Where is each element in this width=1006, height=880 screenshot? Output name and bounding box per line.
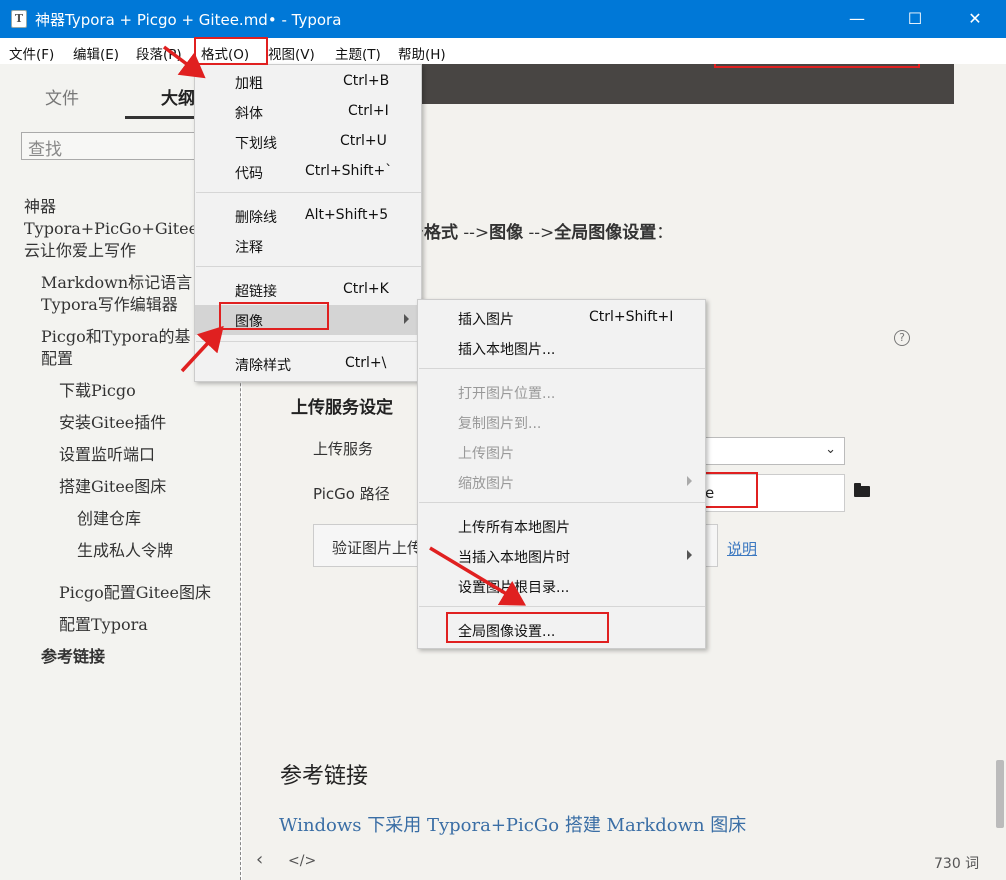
menu-separator [196, 341, 421, 342]
outline-item[interactable]: 安装Gitee插件 [59, 412, 166, 434]
outline-item[interactable]: 云让你爱上写作 [24, 240, 136, 262]
toggle-sidebar-button[interactable]: ‹ [256, 849, 263, 870]
menu-help[interactable]: 帮助(H) [398, 43, 446, 63]
menu-item-when-insert-local-image[interactable]: 当插入本地图片时 [418, 541, 705, 571]
menu-item-clear-format[interactable]: 清除样式 Ctrl+\ [195, 349, 421, 379]
menu-separator [196, 266, 421, 267]
menu-view[interactable]: 视图(V) [268, 43, 315, 63]
menu-item-insert-local-image[interactable]: 插入本地图片... [418, 333, 705, 363]
status-bar: ‹ </> 730 词 [242, 844, 1006, 880]
annotation-box [714, 64, 920, 68]
menu-item-set-image-root[interactable]: 设置图片根目录... [418, 571, 705, 601]
submenu-arrow-icon [404, 314, 409, 324]
menu-item-comment[interactable]: 注释 [195, 231, 421, 261]
outline-item[interactable]: 创建仓库 [77, 508, 141, 530]
menu-separator [419, 502, 705, 503]
outline-item[interactable]: 生成私人令牌 [77, 540, 173, 562]
outline-item[interactable]: Typora写作编辑器 [41, 294, 178, 316]
outline-item[interactable]: 神器 [24, 196, 56, 218]
folder-icon[interactable] [854, 483, 870, 497]
outline-item[interactable]: 搭建Gitee图床 [59, 476, 166, 498]
menu-theme[interactable]: 主题(T) [335, 43, 381, 63]
upload-settings-title: 上传服务设定 [291, 398, 393, 418]
menu-item-italic[interactable]: 斜体 Ctrl+I [195, 97, 421, 127]
menu-separator [419, 368, 705, 369]
minimize-button[interactable]: — [834, 0, 880, 38]
image-submenu: 插入图片 Ctrl+Shift+I 插入本地图片... 打开图片位置... 复制图… [417, 299, 706, 649]
menu-separator [196, 192, 421, 193]
active-tab-indicator [125, 116, 205, 119]
maximize-button[interactable]: ☐ [892, 0, 938, 38]
outline-item[interactable]: 配置Typora [59, 614, 148, 636]
word-count[interactable]: 730 词 [934, 853, 979, 873]
outline-item[interactable]: Picgo和Typora的基 [41, 326, 193, 348]
menu-file[interactable]: 文件(F) [9, 43, 54, 63]
outline-item[interactable]: Picgo配置Gitee图床 [59, 582, 211, 604]
editor-scrollbar[interactable] [996, 760, 1004, 828]
window-title: 神器Typora + Picgo + Gitee.md• - Typora [35, 11, 342, 29]
chevron-down-icon: ⌄ [825, 442, 836, 457]
source-mode-button[interactable]: </> [288, 853, 316, 869]
menu-item-bold[interactable]: 加粗 Ctrl+B [195, 67, 421, 97]
menu-item-hyperlink[interactable]: 超链接 Ctrl+K [195, 275, 421, 305]
submenu-arrow-icon [687, 476, 692, 486]
close-button[interactable]: ✕ [952, 0, 998, 38]
menu-item-underline[interactable]: 下划线 Ctrl+U [195, 127, 421, 157]
menu-bar: 文件(F) 编辑(E) 段落(P) 格式(O) 视图(V) 主题(T) 帮助(H… [0, 38, 1006, 64]
upload-service-label: 上传服务 [313, 440, 374, 458]
picgo-path-label: PicGo 路径 [313, 485, 390, 503]
reference-link[interactable]: Windows 下采用 Typora+PicGo 搭建 Markdown 图床 [279, 811, 746, 837]
menu-item-image[interactable]: 图像 [195, 305, 421, 335]
outline-search-input[interactable]: 查找 [21, 132, 221, 160]
help-icon[interactable]: ? [894, 330, 910, 346]
menu-item-code[interactable]: 代码 Ctrl+Shift+` [195, 157, 421, 187]
instruction-paragraph: 点击格式 -->图像 -->全局图像设置： [390, 223, 674, 243]
title-bar: T 神器Typora + Picgo + Gitee.md• - Typora … [0, 0, 1006, 38]
typora-app-icon: T [11, 10, 27, 28]
tab-outline[interactable]: 大纲 [161, 84, 195, 109]
menu-item-insert-image[interactable]: 插入图片 Ctrl+Shift+I [418, 303, 705, 333]
menu-paragraph[interactable]: 段落(P) [136, 43, 182, 63]
menu-separator [419, 606, 705, 607]
menu-format[interactable]: 格式(O) [201, 43, 249, 63]
menu-item-upload-image[interactable]: 上传图片 [418, 437, 705, 467]
outline-item-active[interactable]: 参考链接 [41, 646, 105, 668]
outline-item[interactable]: 配置 [41, 348, 73, 370]
tab-files[interactable]: 文件 [45, 84, 79, 109]
outline-item[interactable]: 设置监听端口 [59, 444, 155, 466]
format-menu: 加粗 Ctrl+B 斜体 Ctrl+I 下划线 Ctrl+U 代码 Ctrl+Shift… [194, 64, 422, 382]
section-heading: 参考链接 [280, 764, 369, 789]
outline-item[interactable]: Typora+PicGo+Gitee码 [24, 218, 194, 240]
menu-item-resize-image[interactable]: 缩放图片 [418, 467, 705, 497]
menu-item-strikethrough[interactable]: 删除线 Alt+Shift+5 [195, 201, 421, 231]
outline-item[interactable]: 下载Picgo [59, 380, 136, 402]
explain-link[interactable]: 说明 [727, 538, 757, 559]
menu-edit[interactable]: 编辑(E) [73, 43, 119, 63]
outline-item[interactable]: Markdown标记语言 [41, 272, 193, 294]
menu-item-copy-image-to[interactable]: 复制图片到... [418, 407, 705, 437]
submenu-arrow-icon [687, 550, 692, 560]
menu-item-open-image-location[interactable]: 打开图片位置... [418, 377, 705, 407]
menu-item-upload-all-local-images[interactable]: 上传所有本地图片 [418, 511, 705, 541]
menu-item-global-image-settings[interactable]: 全局图像设置... [418, 615, 705, 645]
